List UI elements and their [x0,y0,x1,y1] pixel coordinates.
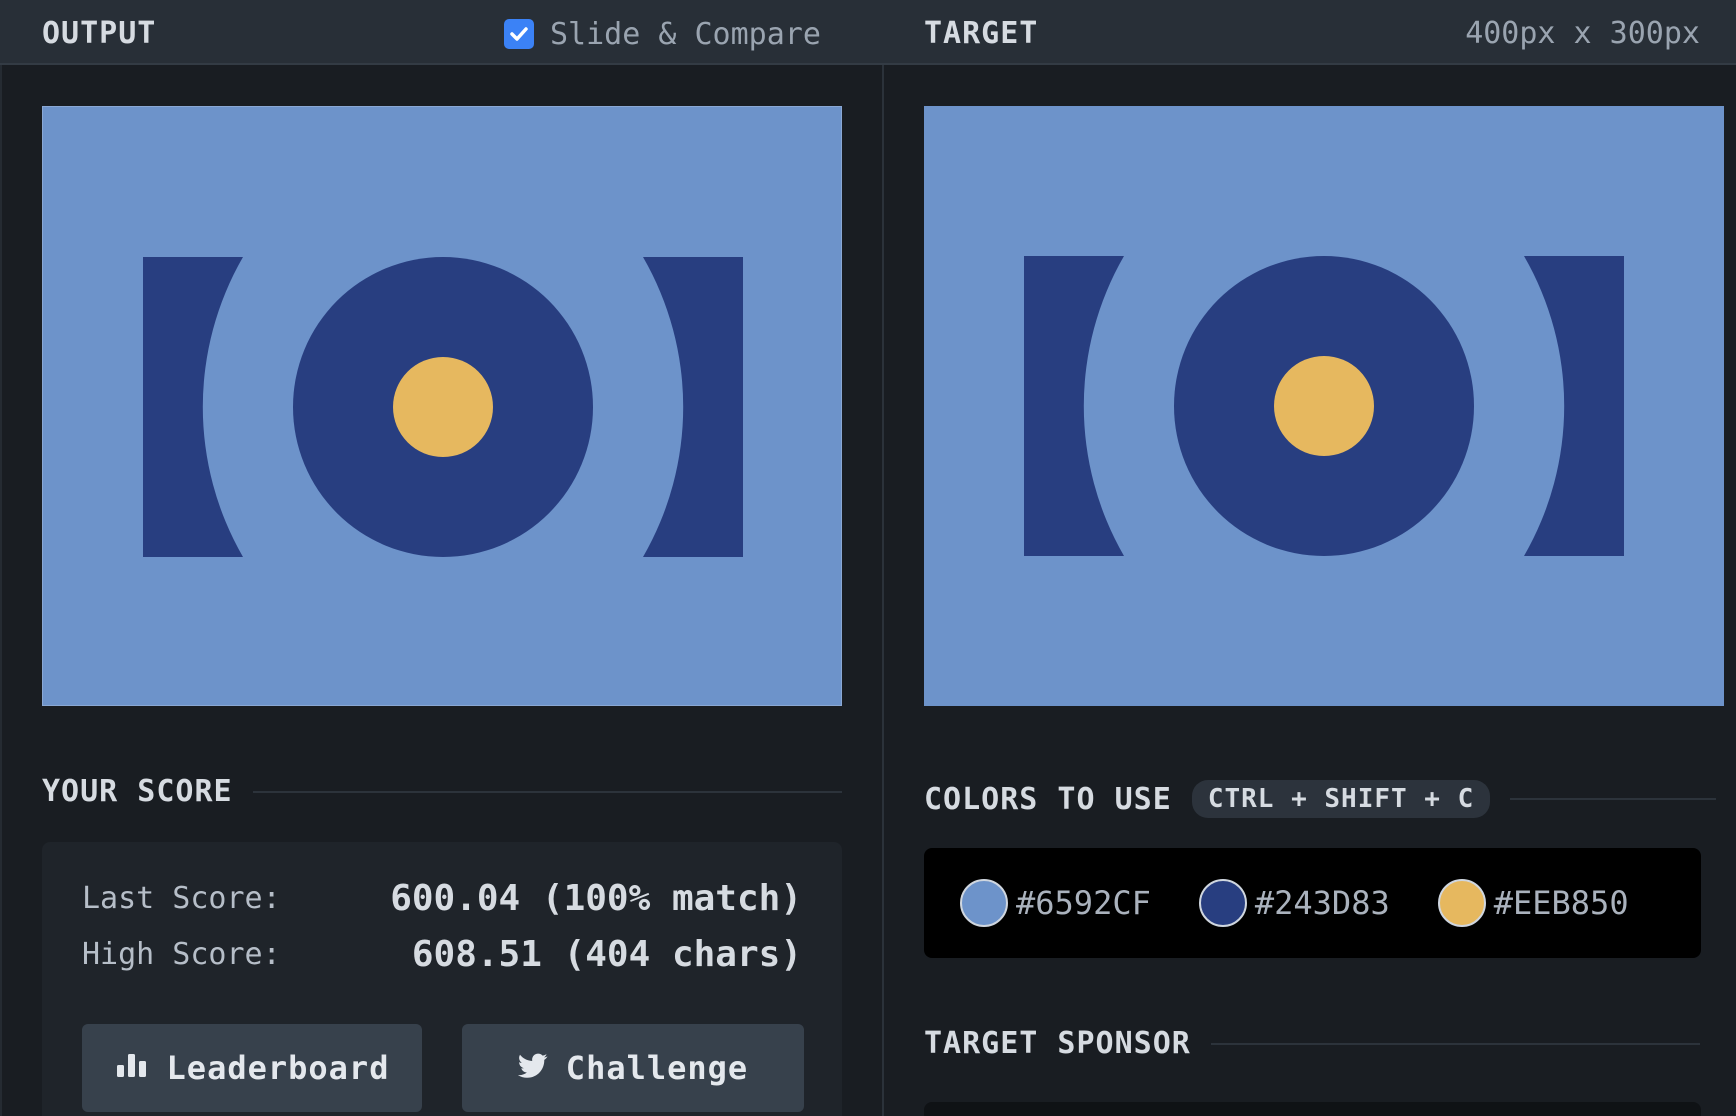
target-dimensions: 400px x 300px [1465,16,1700,51]
high-score-label: High Score: [82,937,281,972]
challenge-label: Challenge [565,1049,749,1087]
score-card: Last Score: 600.04 (100% match) High Sco… [42,842,842,1116]
score-section-header: YOUR SCORE [42,774,842,809]
slide-compare-toggle[interactable]: Slide & Compare [504,17,821,52]
sponsor-title: TARGET SPONSOR [924,1026,1191,1061]
last-score-label: Last Score: [82,881,281,916]
color-dot[interactable] [1437,879,1486,927]
target-canvas [924,106,1724,706]
leaderboard-button[interactable]: Leaderboard [82,1024,422,1112]
color-swatch[interactable]: #EEB850 [1437,879,1629,927]
color-dot[interactable] [960,879,1008,927]
color-palette: #6592CF #243D83 #EEB850 [924,848,1701,958]
color-hex[interactable]: #243D83 [1255,884,1390,922]
panel-divider[interactable] [882,65,884,1116]
high-score-value: 608.51 (404 chars) [411,934,802,975]
color-swatch[interactable]: #6592CF [960,879,1151,927]
last-score-row: Last Score: 600.04 (100% match) [82,878,802,919]
top-bar: OUTPUT Slide & Compare TARGET 400px x 30… [0,0,1736,65]
sponsor-box [924,1102,1701,1116]
score-rule [252,790,842,793]
color-hex[interactable]: #EEB850 [1494,884,1629,922]
color-swatch[interactable]: #243D83 [1198,879,1390,927]
css-battle-app: OUTPUT Slide & Compare TARGET 400px x 30… [0,0,1736,1116]
colors-section-header: COLORS TO USE CTRL + SHIFT + C [924,780,1716,818]
twitter-bird-icon [517,1049,548,1087]
target-render [924,106,1724,706]
color-hex[interactable]: #6592CF [1016,884,1151,922]
bar-chart-icon [115,1049,149,1087]
high-score-row: High Score: 608.51 (404 chars) [82,934,802,975]
checkbox-checked-icon[interactable] [504,19,534,49]
score-title: YOUR SCORE [42,774,233,809]
left-border [0,65,2,1116]
target-title: TARGET [924,16,1039,51]
sponsor-rule [1210,1042,1700,1045]
color-dot[interactable] [1198,879,1247,927]
leaderboard-label: Leaderboard [166,1049,390,1087]
output-canvas[interactable] [42,106,842,706]
colors-title: COLORS TO USE [924,781,1172,817]
slide-compare-label[interactable]: Slide & Compare [550,17,821,52]
sponsor-section-header: TARGET SPONSOR [924,1026,1700,1061]
colors-rule [1510,798,1716,800]
shortcut-badge: CTRL + SHIFT + C [1191,780,1491,818]
output-title: OUTPUT [42,16,157,51]
last-score-value: 600.04 (100% match) [390,878,802,919]
output-render [43,107,841,705]
challenge-button[interactable]: Challenge [462,1024,804,1112]
